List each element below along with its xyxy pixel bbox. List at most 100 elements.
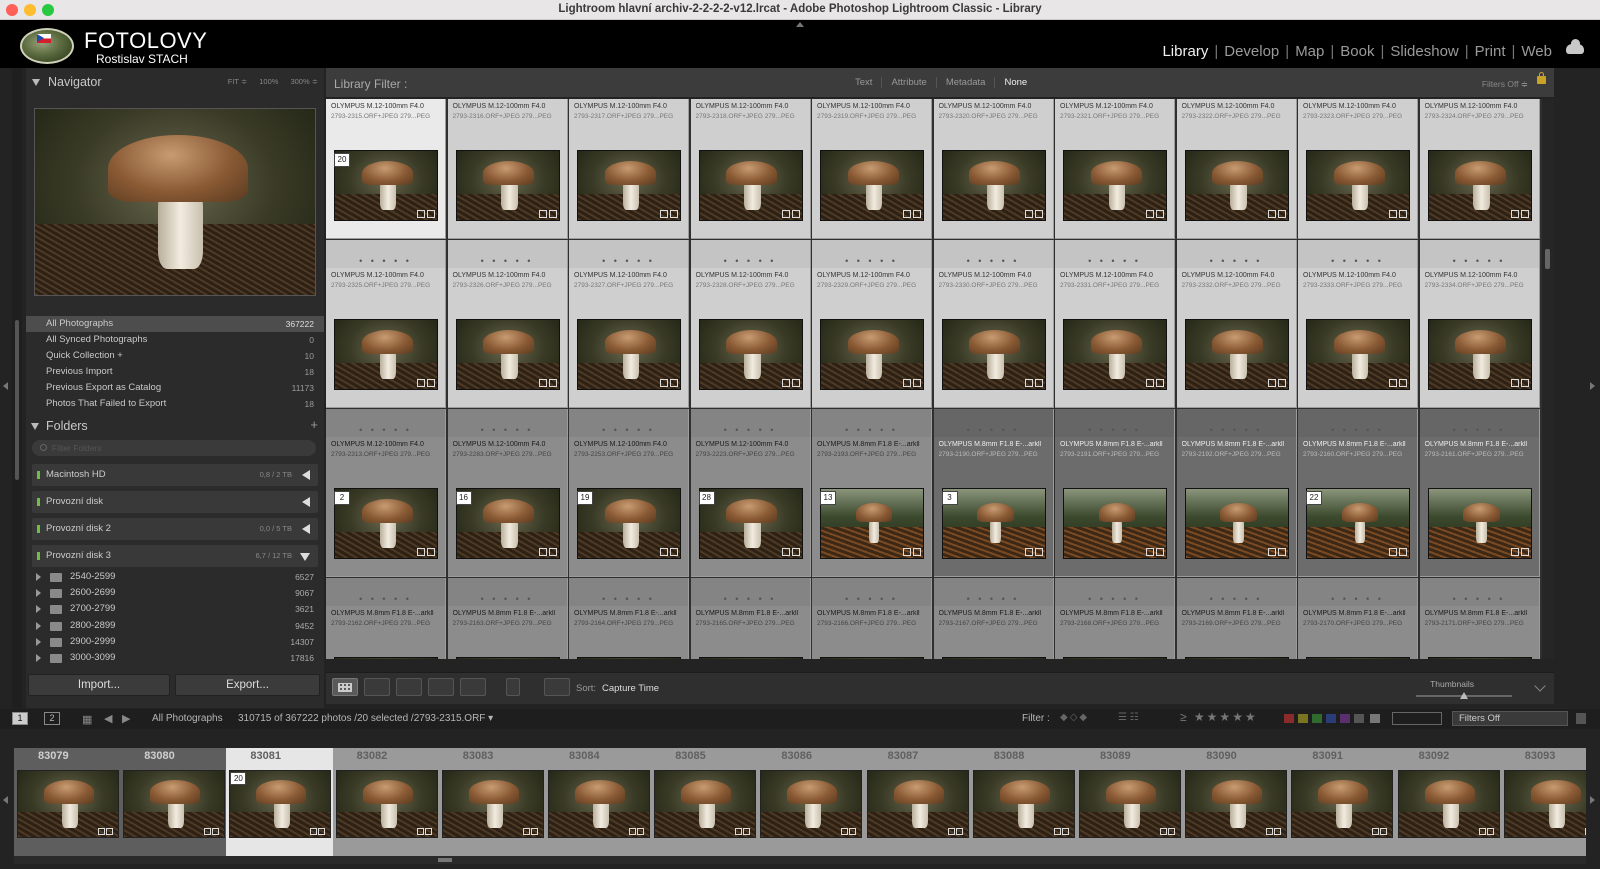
import-button[interactable]: Import...: [28, 674, 170, 696]
crop-badge-icon[interactable]: [427, 210, 435, 218]
grid-cell[interactable]: • • • • •OLYMPUS M.12-100mm F4.02793-231…: [569, 99, 689, 239]
crop-badge-icon[interactable]: [1034, 379, 1043, 387]
crop-badge-icon[interactable]: [1399, 379, 1407, 387]
crop-badge-icon[interactable]: [1399, 548, 1407, 556]
zoom-fit[interactable]: FIT ≑: [228, 68, 247, 96]
export-button[interactable]: Export...: [175, 674, 320, 696]
star-rating-dots[interactable]: • • • • •: [1055, 256, 1174, 266]
star-rating-dots[interactable]: • • • • •: [1177, 594, 1296, 604]
star-rating-dots[interactable]: • • • • •: [812, 594, 931, 604]
edit-badge-icon[interactable]: [522, 828, 530, 835]
filmstrip-cell[interactable]: 83080: [120, 748, 229, 856]
edit-badge-icon[interactable]: [1478, 828, 1486, 835]
edit-badge-icon[interactable]: [1267, 548, 1276, 556]
thumbnail-badges[interactable]: [735, 828, 751, 835]
grid-cell[interactable]: • • • • •OLYMPUS M.12-100mm F4.02793-231…: [812, 99, 932, 239]
cloud-sync-icon[interactable]: [1566, 39, 1584, 54]
photo-thumbnail[interactable]: [455, 657, 560, 659]
catalog-item[interactable]: All Photographs 367222: [26, 316, 324, 332]
thumbnail-badges[interactable]: [538, 379, 557, 387]
folder-item[interactable]: 2600-2699 9067: [32, 585, 318, 601]
star-rating-dots[interactable]: • • • • •: [448, 425, 567, 435]
grid-cell[interactable]: • • • • • OLYMPUS M.8mm F1.8 E-...arkll 27…: [1055, 578, 1175, 659]
lock-icon[interactable]: [1537, 72, 1546, 84]
volume-toggle-icon[interactable]: [302, 524, 310, 534]
crop-badge-icon[interactable]: [1277, 210, 1286, 218]
crop-badge-icon[interactable]: [1520, 210, 1529, 218]
grid-cell[interactable]: • • • • • OLYMPUS M.12-100mm F4.0 2793-228…: [447, 409, 568, 577]
thumbnail-badges[interactable]: [1510, 548, 1529, 556]
main-window-button[interactable]: 1: [12, 712, 28, 725]
edit-badge-icon[interactable]: [1024, 548, 1033, 556]
crop-badge-icon[interactable]: [791, 210, 800, 218]
crop-badge-icon[interactable]: [913, 379, 921, 387]
volume-header[interactable]: Macintosh HD 0,8 / 2 TB: [32, 464, 318, 486]
thumbnail-badges[interactable]: [1267, 379, 1286, 387]
crop-badge-icon[interactable]: [548, 379, 557, 387]
thumbnail-badges[interactable]: [1478, 828, 1494, 835]
star-rating-dots[interactable]: • • • • •: [1298, 594, 1417, 604]
filmstrip-source[interactable]: All Photographs: [152, 713, 223, 724]
edit-badge-icon[interactable]: [1146, 379, 1154, 387]
color-label-purple[interactable]: [1340, 714, 1350, 723]
thumbnail-badges[interactable]: [1024, 210, 1043, 218]
photo-thumbnail[interactable]: [1184, 657, 1289, 659]
folder-item[interactable]: 2800-2899 9452: [32, 618, 318, 634]
color-label-blue[interactable]: [1326, 714, 1336, 723]
collapse-right-panel-icon[interactable]: [1590, 382, 1595, 390]
folder-item[interactable]: 2700-2799 3621: [32, 601, 318, 617]
filmstrip-cell[interactable]: 83079: [14, 748, 122, 856]
module-library[interactable]: Library: [1156, 43, 1214, 60]
module-print[interactable]: Print: [1469, 43, 1512, 60]
thumbnail-badges[interactable]: [1266, 828, 1282, 835]
color-label-other[interactable]: [1370, 714, 1380, 723]
grid-cell[interactable]: • • • • •OLYMPUS M.12-100mm F4.02793-232…: [326, 240, 446, 408]
edit-badge-icon[interactable]: [204, 828, 212, 835]
navigator-header[interactable]: Navigator FIT ≑ 100% 300% ≑: [26, 68, 324, 96]
volume-header[interactable]: Provozní disk 3 6,7 / 12 TB: [32, 545, 318, 567]
crop-badge-icon[interactable]: [670, 379, 678, 387]
edit-badge-icon[interactable]: [538, 548, 547, 556]
photo-thumbnail[interactable]: [1063, 657, 1167, 659]
expand-triangle-icon[interactable]: [36, 637, 41, 646]
edit-badge-icon[interactable]: [98, 828, 105, 835]
thumbnail-badges[interactable]: [1146, 379, 1164, 387]
forward-arrow-icon[interactable]: ▶: [122, 712, 130, 725]
star-rating-dots[interactable]: • • • • •: [1420, 425, 1539, 435]
star-rating-dots[interactable]: • • • • •: [1298, 425, 1417, 435]
crop-badge-icon[interactable]: [548, 210, 557, 218]
photo-thumbnail[interactable]: [1427, 657, 1532, 659]
star-rating-dots[interactable]: • • • • •: [1177, 425, 1296, 435]
grid-cell[interactable]: • • • • • OLYMPUS M.8mm F1.8 E-...arkll 27…: [933, 409, 1054, 577]
edit-badge-icon[interactable]: [1146, 548, 1154, 556]
collapse-left-panel-icon[interactable]: [3, 382, 8, 390]
color-label-none[interactable]: [1354, 714, 1364, 723]
crop-badge-icon[interactable]: [791, 379, 800, 387]
folder-item[interactable]: 2900-2999 14307: [32, 634, 318, 650]
edit-badge-icon[interactable]: [903, 548, 911, 556]
folder-item[interactable]: 3000-3099 17816: [32, 650, 318, 666]
grid-cell[interactable]: • • • • •OLYMPUS M.12-100mm F4.02793-232…: [1055, 99, 1175, 239]
grid-cell[interactable]: • • • • • OLYMPUS M.8mm F1.8 E-...arkll 27…: [812, 409, 932, 577]
thumbnail-badges[interactable]: [1267, 548, 1286, 556]
star-rating-dots[interactable]: • • • • •: [1298, 256, 1417, 266]
thumbnail-badges[interactable]: [903, 379, 921, 387]
grid-cell[interactable]: • • • • •OLYMPUS M.12-100mm F4.02793-232…: [812, 240, 932, 408]
edit-badge-icon[interactable]: [660, 548, 668, 556]
add-folder-button[interactable]: +: [310, 417, 318, 432]
catalog-item[interactable]: Previous Export as Catalog 11173: [26, 380, 324, 396]
star-rating-dots[interactable]: • • • • •: [1177, 256, 1296, 266]
zoom-100[interactable]: 100%: [259, 68, 278, 96]
stack-count-badge[interactable]: 28: [698, 491, 715, 505]
grid-cell[interactable]: • • • • •OLYMPUS M.12-100mm F4.02793-232…: [1176, 99, 1297, 239]
thumbnail-badges[interactable]: [204, 828, 220, 835]
thumbnail-badges[interactable]: [1053, 828, 1069, 835]
thumbnail-badges[interactable]: [522, 828, 538, 835]
filter-presets-dropdown[interactable]: Filters Off ≑: [1482, 79, 1528, 90]
filter-tab-none[interactable]: None: [995, 77, 1036, 88]
crop-badge-icon[interactable]: [1168, 828, 1175, 835]
thumbnail-badges[interactable]: [1389, 548, 1407, 556]
edit-badge-icon[interactable]: [629, 828, 636, 835]
grid-cell[interactable]: • • • • •OLYMPUS M.12-100mm F4.02793-232…: [933, 99, 1054, 239]
survey-view-button[interactable]: [428, 678, 454, 696]
